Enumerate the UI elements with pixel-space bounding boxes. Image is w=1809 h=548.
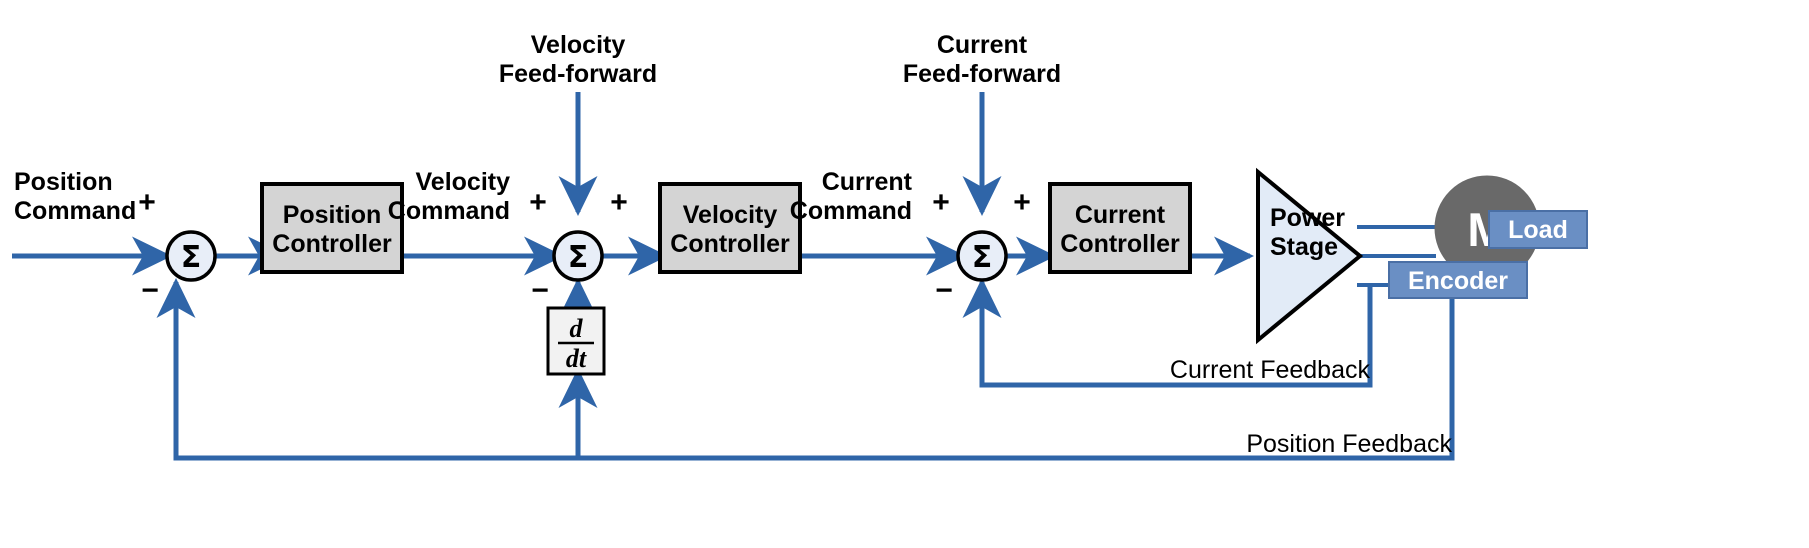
label-velocity-feedforward: Velocity Feed-forward — [499, 31, 657, 88]
block-encoder[interactable]: Encoder — [1388, 261, 1528, 299]
label-position-command: Position Command — [14, 168, 136, 225]
label-velocity-command: Velocity Command — [388, 168, 510, 225]
label-current-feedback: Current Feedback — [1170, 356, 1371, 384]
block-diagram-canvas: Position Controller Velocity Controller … — [12, 31, 1588, 461]
sum3-plus-sign-feedforward: + — [1013, 186, 1031, 219]
sum2-plus-sign-feedforward: + — [610, 186, 628, 219]
current-controller-label-line2: Controller — [1060, 230, 1180, 258]
block-power-stage[interactable]: Power Stage — [1256, 167, 1364, 345]
sum1-minus-sign: − — [141, 274, 159, 307]
velocity-controller-label-line1: Velocity — [683, 201, 778, 229]
position-controller-label-line2: Controller — [272, 230, 392, 258]
sum2-minus-sign: − — [531, 274, 549, 307]
current-feedforward-line1: Current — [937, 31, 1028, 59]
sum1-sigma-symbol: Σ — [181, 240, 202, 275]
power-stage-label-line1: Power — [1270, 204, 1345, 232]
label-current-command: Current Command — [790, 168, 913, 225]
control-loop-diagram: Position Controller Velocity Controller … — [0, 0, 1809, 548]
sum2-sigma-symbol: Σ — [568, 240, 589, 275]
derivative-numerator: d — [570, 314, 584, 343]
velocity-command-line1: Velocity — [416, 168, 511, 196]
sum3-plus-sign-input: + — [932, 186, 950, 219]
current-feedforward-line2: Feed-forward — [903, 60, 1061, 88]
sum1-plus-sign: + — [138, 186, 156, 219]
encoder-label: Encoder — [1408, 267, 1508, 295]
position-command-line2: Command — [14, 197, 136, 225]
load-label: Load — [1508, 216, 1568, 244]
block-velocity-controller[interactable]: Velocity Controller — [658, 182, 802, 274]
block-current-controller[interactable]: Current Controller — [1048, 182, 1192, 274]
position-command-line1: Position — [14, 168, 113, 196]
velocity-command-line2: Command — [388, 197, 510, 225]
velocity-controller-label-line2: Controller — [670, 230, 790, 258]
current-controller-label-line1: Current — [1075, 201, 1166, 229]
sum2-plus-sign-input: + — [529, 186, 547, 219]
label-position-feedback: Position Feedback — [1246, 430, 1452, 458]
velocity-feedforward-line1: Velocity — [531, 31, 626, 59]
power-stage-label-line2: Stage — [1270, 233, 1338, 261]
derivative-denominator: dt — [566, 344, 587, 373]
block-derivative[interactable]: d dt — [546, 306, 606, 376]
velocity-feedforward-line2: Feed-forward — [499, 60, 657, 88]
sum3-sigma-symbol: Σ — [972, 240, 993, 275]
position-controller-label-line1: Position — [283, 201, 382, 229]
current-command-line2: Command — [790, 197, 912, 225]
current-command-line1: Current — [822, 168, 913, 196]
label-current-feedforward: Current Feed-forward — [903, 31, 1061, 88]
sum3-minus-sign: − — [935, 274, 953, 307]
block-load[interactable]: Load — [1488, 210, 1588, 249]
block-position-controller[interactable]: Position Controller — [260, 182, 404, 274]
